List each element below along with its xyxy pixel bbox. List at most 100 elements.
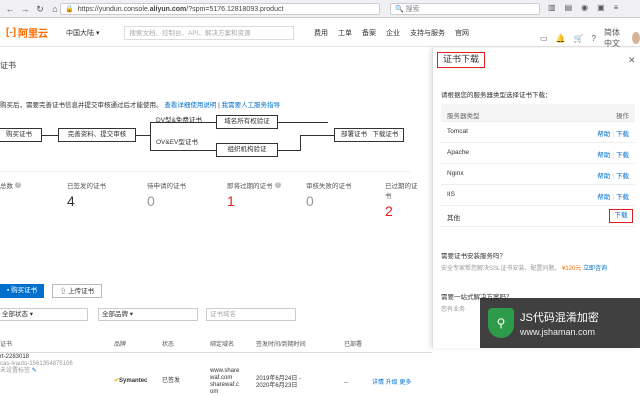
cart-icon: ▪ [6,287,10,294]
brand-filter-value: 全部品牌 [102,311,128,318]
shield-logo-icon: ⚲ [488,308,514,338]
menu-icon[interactable]: ≡ [614,3,619,12]
download-link[interactable]: 下载 [616,173,629,180]
help-icon[interactable]: ? [274,182,281,188]
language-selector[interactable]: 简体中文 [604,27,624,49]
stat-pending[interactable]: 待申请的证书 0 [147,180,186,209]
cart-icon[interactable]: 🛒 [574,34,584,43]
console-topnav: [-] 阿里云 中国大陆 ▾ 搜索文档、控制台、API、解决方案和资源 费用 工… [0,19,640,49]
address-bar[interactable]: 🔒 https://yundun.console. aliyun.com/?spm… [60,3,380,15]
avatar[interactable] [632,32,640,44]
domain-search-placeholder: 证书域名 [210,311,236,318]
notice-body: 购买后，需要完善证书信息并提交审核通过后才能使用。 [0,102,163,109]
menu-tickets[interactable]: 工单 [338,28,352,38]
extension2-icon[interactable]: ▣ [597,3,605,12]
watermark-line1: JS代码混淆加密 [520,312,599,324]
home-icon[interactable]: ⌂ [50,4,60,14]
server-name: IIS [447,191,455,198]
bell-icon[interactable]: 🔔 [556,34,566,43]
sidebar-icon[interactable]: ▤ [565,3,573,12]
browser-search-placeholder: 搜索 [405,6,420,13]
region-selector[interactable]: 中国大陆 ▾ [66,28,99,38]
forward-icon[interactable]: → [20,4,30,14]
download-link[interactable]: 下载 [616,152,629,159]
cert-name[interactable]: rt-2283018 [0,354,110,361]
col-brand: 品牌 [114,342,127,348]
col-server-type: 服务器类型 [447,113,480,120]
terminal-icon[interactable]: ▭ [540,34,548,43]
watermark-line2: www.jshaman.com [520,327,596,337]
table-header: 服务器类型 操作 [441,104,635,122]
flow-arrow [150,122,216,123]
stat-issued[interactable]: 已签发的证书 4 [67,180,106,209]
url-rest: /?spm=5176.12818093.product [186,5,284,13]
flow-buy: 购买证书 [0,128,42,142]
help-icon[interactable]: ? [15,182,21,188]
stat-label: 总数 [0,183,13,190]
search-placeholder: 搜索文档、控制台、API、解决方案和资源 [129,29,251,37]
download-other-button[interactable]: 下载 [609,209,633,223]
console-search-input[interactable]: 搜索文档、控制台、API、解决方案和资源 [124,25,295,40]
flow-arrow [300,135,334,136]
extension-icon[interactable]: ◉ [581,3,588,12]
stat-value: 1 [227,193,235,209]
aliyun-logo[interactable]: [-] 阿里云 [6,25,48,40]
col-dates: 签发时间/到期时间 [256,342,306,348]
stat-total: 总数? [0,180,21,193]
buy-cert-button[interactable]: ▪ 购买证书 [0,284,44,298]
col-cert: 证书 [0,342,13,348]
server-name: Apache [447,149,470,156]
library-icon[interactable]: ▥ [548,3,556,12]
status-filter[interactable]: 全部状态 ▾ [0,308,88,321]
usage-guide-link[interactable]: 查看详细使用说明 [164,102,216,109]
flow-arrow [150,150,216,151]
menu-support[interactable]: 支持与服务 [410,28,445,38]
upload-cert-button[interactable]: ⇧ 上传证书 [52,284,102,298]
browser-search-input[interactable]: 🔍 搜索 [390,3,540,15]
close-icon[interactable]: ✕ [628,55,636,66]
table-header: 证书 品牌 状态 绑定域名 签发时间/到期时间 已部署 [0,333,432,353]
menu-icp[interactable]: 备案 [362,28,376,38]
manual-service-link[interactable]: 我需要人工服务指导 [222,102,281,109]
stat-value: 2 [385,203,393,219]
domain-line: waf.com [210,375,233,381]
stat-value: 0 [306,193,314,209]
url-prefix: https://yundun.console. [77,5,150,13]
menu-enterprise[interactable]: 企业 [386,28,400,38]
domain-search-input[interactable]: 证书域名 [206,308,296,321]
flow-split [150,122,151,150]
status-cell: 已签发 [162,378,181,384]
brand-filter[interactable]: 全部品牌 ▾ [98,308,198,321]
help-link[interactable]: 帮助 [597,194,610,201]
help-icon[interactable]: ? [592,34,596,43]
consult-link[interactable]: 立即咨询 [583,266,607,272]
download-link[interactable]: 下载 [616,194,629,201]
stat-label: 已签发的证书 [67,183,106,190]
help-link[interactable]: 帮助 [597,152,610,159]
domain-cell: www.share waf.com sharewaf.c om [210,368,239,396]
install-service-price: ¥120元 [562,266,582,272]
flow-deploy-download: 部署证书 下载证书 [334,128,404,142]
help-link[interactable]: 帮助 [597,131,610,138]
reload-icon[interactable]: ↻ [35,4,45,14]
cert-cell: rt-2283018 cas-ivauto-1561354875106 未设置标… [0,354,110,375]
url-domain: aliyun.com [149,5,187,13]
server-row-nginx: Nginx 帮助 | 下载 [441,164,635,185]
buy-cert-label: 购买证书 [11,287,38,294]
notice-text: 购买后，需要完善证书信息并提交审核通过后才能使用。 查看详细使用说明 | 我需要… [0,102,281,109]
menu-fees[interactable]: 费用 [314,28,328,38]
row-actions[interactable]: 详情 升级 更多 [372,380,411,387]
stat-failed[interactable]: 审核失败的证书 0 [306,180,352,209]
download-link[interactable]: 下载 [616,131,629,138]
menu-official[interactable]: 官网 [455,28,469,38]
col-status: 状态 [162,342,175,348]
back-icon[interactable]: ← [5,4,15,14]
stat-expired[interactable]: 已过期的证书 2 [385,180,420,219]
install-service-title: 需要证书安装服务吗？ [441,253,506,260]
help-link[interactable]: 帮助 [597,173,610,180]
status-filter-value: 全部状态 [2,311,28,318]
domain-line: sharewaf.c [210,382,240,388]
flow-complete: 完善资料、提交审核 [58,128,136,142]
stat-expiring[interactable]: 即将过期的证书? 1 [227,180,281,209]
edit-icon[interactable]: ✎ [32,368,37,374]
